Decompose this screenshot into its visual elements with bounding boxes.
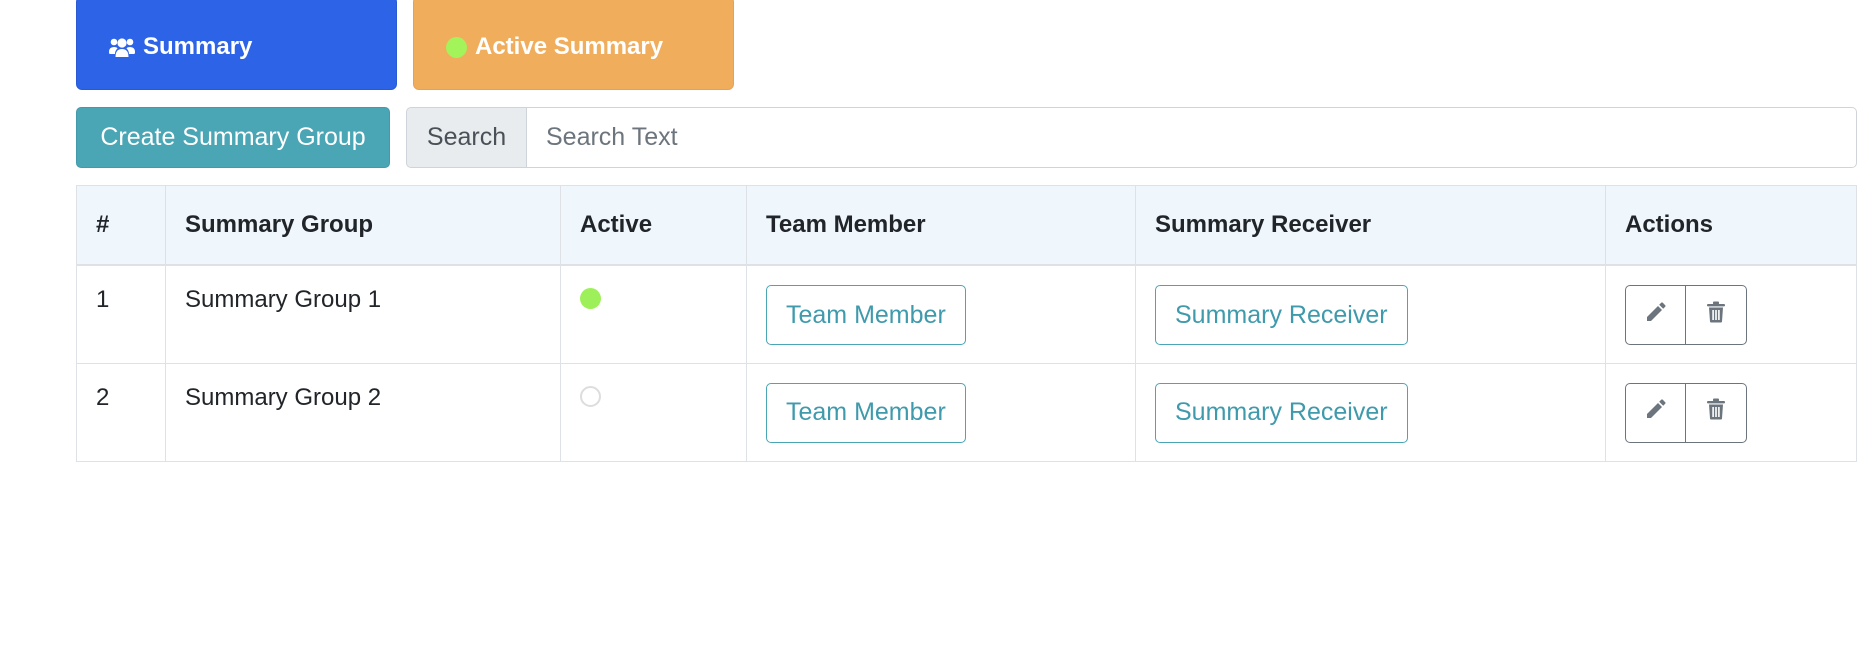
row-receiver-cell: Summary Receiver [1135, 362, 1606, 462]
table-header-row: # Summary Group Active Team Member Summa… [76, 185, 1857, 266]
active-status-dot [580, 288, 601, 309]
pencil-icon [1645, 301, 1667, 330]
row-actions [1625, 285, 1747, 345]
header-summary-receiver: Summary Receiver [1135, 185, 1606, 266]
header-summary-group: Summary Group [165, 185, 561, 266]
summary-receiver-button[interactable]: Summary Receiver [1155, 382, 1408, 443]
row-number: 1 [76, 264, 166, 364]
row-summary-group: Summary Group 1 [165, 264, 561, 364]
page: Summary Active Summary Create Summary Gr… [0, 0, 1860, 662]
header-number: # [76, 185, 166, 266]
pencil-icon [1645, 398, 1667, 427]
summary-receiver-button[interactable]: Summary Receiver [1155, 285, 1408, 345]
search-label: Search [406, 107, 527, 168]
inactive-status-dot [580, 385, 601, 407]
team-member-button[interactable]: Team Member [766, 382, 966, 443]
tab-summary[interactable]: Summary [76, 0, 397, 90]
trash-icon [1707, 301, 1725, 330]
green-dot-icon [446, 36, 467, 58]
header-team-member: Team Member [746, 185, 1136, 266]
header-actions: Actions [1605, 185, 1857, 266]
tab-summary-label: Summary [143, 33, 253, 60]
table-row: 1 Summary Group 1 Team Member Summary Re… [76, 264, 1857, 364]
summary-group-table: # Summary Group Active Team Member Summa… [76, 185, 1857, 462]
row-actions-cell [1605, 264, 1857, 364]
row-summary-group: Summary Group 2 [165, 362, 561, 462]
edit-button[interactable] [1625, 382, 1686, 443]
trash-icon [1707, 398, 1725, 427]
tab-active-summary-label: Active Summary [475, 33, 664, 60]
delete-button[interactable] [1686, 382, 1747, 443]
table-row: 2 Summary Group 2 Team Member Summary Re… [76, 362, 1857, 462]
row-number: 2 [76, 362, 166, 462]
row-team-cell: Team Member [746, 362, 1136, 462]
row-actions-cell [1605, 362, 1857, 462]
tab-active-summary[interactable]: Active Summary [413, 0, 734, 90]
row-actions [1625, 382, 1747, 443]
row-receiver-cell: Summary Receiver [1135, 264, 1606, 364]
delete-button[interactable] [1686, 285, 1747, 345]
create-summary-group-button[interactable]: Create Summary Group [76, 107, 390, 168]
header-active: Active [560, 185, 747, 266]
edit-button[interactable] [1625, 285, 1686, 345]
search-input[interactable] [527, 107, 1857, 168]
row-team-cell: Team Member [746, 264, 1136, 364]
row-active-cell [560, 362, 747, 462]
users-icon [109, 36, 135, 58]
team-member-button[interactable]: Team Member [766, 285, 966, 345]
row-active-cell [560, 264, 747, 364]
search-group: Search [406, 107, 1857, 168]
